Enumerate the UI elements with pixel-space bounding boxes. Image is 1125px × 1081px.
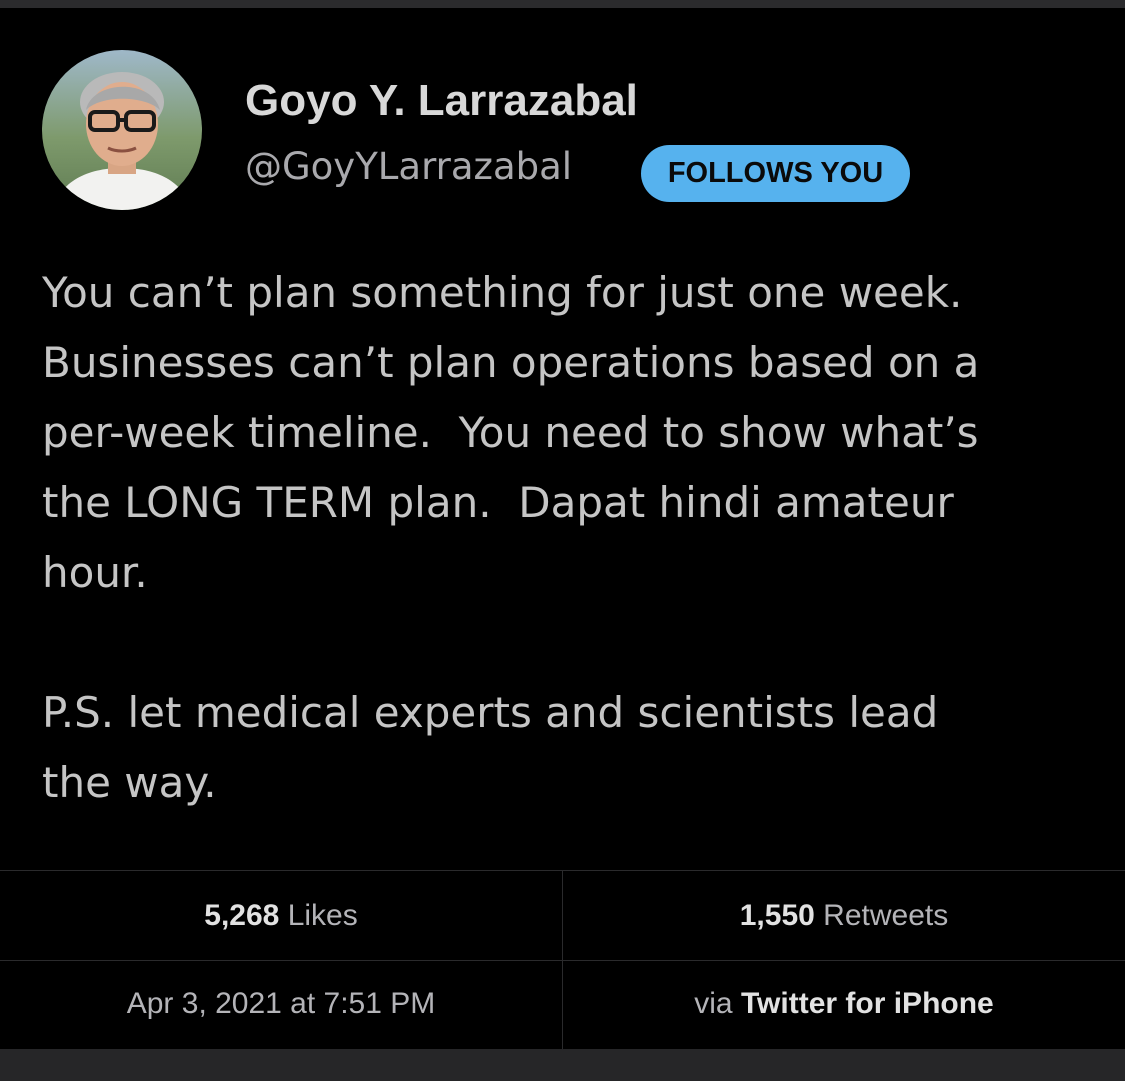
author-display-name[interactable]: Goyo Y. Larrazabal [245, 76, 638, 126]
follows-you-badge: FOLLOWS YOU [641, 145, 910, 202]
likes-label: Likes [287, 899, 358, 932]
tweet-line: You can’t plan something for just one we… [42, 268, 963, 317]
source-app[interactable]: Twitter for iPhone [741, 987, 994, 1020]
tweet-timestamp: Apr 3, 2021 at 7:51 PM [126, 987, 436, 1020]
tweet-line: the LONG TERM plan. Dapat hindi amateur [42, 478, 954, 527]
author-handle[interactable]: @GoyYLarrazabal [245, 144, 572, 190]
via-label: via [694, 987, 733, 1020]
tweet-card: Goyo Y. Larrazabal @GoyYLarrazabal FOLLO… [0, 8, 1125, 1049]
tweet-line: per-week timeline. You need to show what… [42, 408, 979, 457]
likes-stat[interactable]: 5,268 Likes [0, 896, 562, 936]
retweets-count: 1,550 [739, 899, 815, 932]
tweet-text: You can’t plan something for just one we… [42, 258, 1102, 818]
tweet-line: the way. [42, 758, 217, 807]
avatar-photo [42, 50, 202, 210]
tweet-paragraph: You can’t plan something for just one we… [42, 258, 1102, 608]
top-edge [0, 0, 1125, 8]
tweet-line: hour. [42, 548, 148, 597]
likes-count: 5,268 [204, 899, 280, 932]
tweet-source: via Twitter for iPhone [563, 984, 1125, 1024]
avatar[interactable] [42, 50, 202, 210]
retweets-label: Retweets [823, 899, 949, 932]
retweets-stat[interactable]: 1,550 Retweets [563, 896, 1125, 936]
tweet-paragraph: P.S. let medical experts and scientists … [42, 678, 1102, 818]
tweet-line: P.S. let medical experts and scientists … [42, 688, 939, 737]
tweet-line: Businesses can’t plan operations based o… [42, 338, 980, 387]
bottom-edge [0, 1049, 1125, 1081]
